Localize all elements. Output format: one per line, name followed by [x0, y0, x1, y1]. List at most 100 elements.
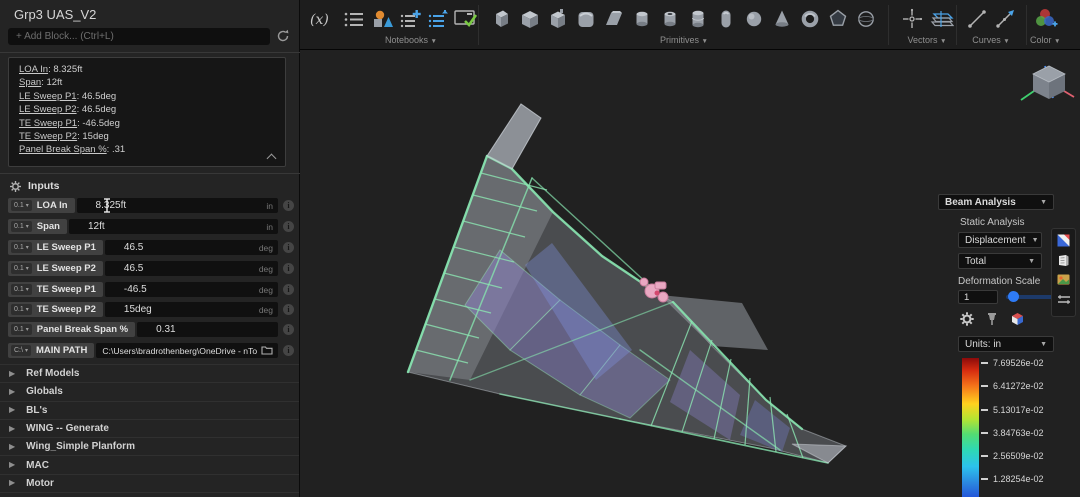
scalar-type-badge: 0.1▾	[11, 284, 32, 295]
info-icon[interactable]: i	[283, 221, 294, 232]
add-block-placeholder: + Add Block... (Ctrl+L)	[16, 31, 114, 42]
chevron-down-icon: ▼	[702, 38, 708, 45]
list-add-icon[interactable]	[396, 5, 424, 33]
value-field[interactable]: 46.5deg	[105, 261, 278, 276]
add-block-input[interactable]: + Add Block... (Ctrl+L)	[8, 28, 270, 45]
pin-icon[interactable]	[986, 312, 998, 331]
value-field[interactable]: 15degdeg	[105, 302, 278, 317]
scalar-type-badge: 0.1▾	[11, 263, 32, 274]
viewport-3d[interactable]: Beam Analysis ▼ Static Analysis Displace…	[300, 50, 1080, 497]
info-icon[interactable]: i	[283, 304, 294, 315]
block-chip[interactable]: 0.1▾LE Sweep P2	[8, 261, 103, 276]
primitive-torus-icon[interactable]	[796, 5, 824, 33]
block-chip[interactable]: 0.1▾Span	[8, 219, 67, 234]
value-field[interactable]: -46.5deg	[105, 282, 278, 297]
info-icon[interactable]: i	[283, 324, 294, 335]
inputs-section-header[interactable]: Inputs	[10, 180, 60, 192]
block-chip[interactable]: 0.1▾TE Sweep P1	[8, 282, 103, 297]
primitive-circle-icon[interactable]	[852, 5, 880, 33]
note-line: LOA In: 8.325ft	[19, 63, 285, 76]
primitive-capsule-icon[interactable]	[712, 5, 740, 33]
color-group-label[interactable]: Color ▼	[1030, 35, 1060, 45]
ntop-app: Grp3 UAS_V2 + Add Block... (Ctrl+L) LOA …	[0, 0, 1080, 497]
primitive-box-icon[interactable]	[488, 5, 516, 33]
component-dropdown[interactable]: Total ▼	[958, 253, 1042, 269]
chevron-right-icon: ▶	[9, 425, 15, 433]
primitive-capped-cylinder-icon[interactable]	[684, 5, 712, 33]
shapes-icon[interactable]	[368, 5, 396, 33]
color-group: Color ▼	[1030, 5, 1060, 45]
deformation-slider-handle[interactable]	[1008, 291, 1019, 302]
value-field[interactable]: 12ftin	[69, 219, 278, 234]
folder-icon[interactable]	[261, 342, 273, 360]
curve-line-icon[interactable]	[963, 5, 991, 33]
section-globals[interactable]: ▶Globals	[0, 382, 299, 400]
pages-icon[interactable]	[1057, 254, 1070, 272]
divider	[0, 52, 300, 53]
value-field[interactable]: 0.31	[137, 322, 278, 337]
primitive-cone-icon[interactable]	[768, 5, 796, 33]
chevron-down-icon: ▼	[940, 38, 946, 45]
refresh-icon[interactable]	[275, 28, 291, 44]
primitive-sphere-icon[interactable]	[740, 5, 768, 33]
value-field[interactable]: 46.5deg	[105, 240, 278, 255]
primitive-tube-icon[interactable]	[656, 5, 684, 33]
display-options-toolbar	[1051, 228, 1076, 317]
section-ref-models[interactable]: ▶Ref Models	[0, 364, 299, 382]
section-wing-simple-planform[interactable]: ▶Wing_Simple Planform	[0, 437, 299, 455]
units-dropdown[interactable]: Units: in ▼	[958, 336, 1054, 352]
curve-arrow-icon[interactable]	[991, 5, 1019, 33]
tick-dash	[981, 455, 988, 457]
section-motor[interactable]: ▶Motor	[0, 474, 299, 492]
primitive-cube-icon[interactable]	[516, 5, 544, 33]
vector-planes-icon[interactable]	[926, 5, 956, 33]
curves-group-label[interactable]: Curves ▼	[963, 35, 1019, 45]
note-line: TE Sweep P2: 15deg	[19, 130, 285, 143]
block-chip[interactable]: 0.1▾LOA In	[8, 198, 75, 213]
view-cube[interactable]	[1018, 58, 1076, 113]
list-icon[interactable]	[340, 5, 368, 33]
result-type-dropdown[interactable]: Displacement ▼	[958, 232, 1042, 248]
vectors-group-label[interactable]: Vectors ▼	[898, 35, 956, 45]
primitive-pentagon-icon[interactable]	[824, 5, 852, 33]
beam-analysis-dropdown[interactable]: Beam Analysis ▼	[938, 194, 1054, 210]
primitives-group-label[interactable]: Primitives ▼	[488, 35, 880, 45]
section-bls[interactable]: ▶BL's	[0, 401, 299, 419]
info-icon[interactable]: i	[283, 263, 294, 274]
function-icon[interactable]: (x)	[310, 12, 329, 28]
block-chip[interactable]: 0.1▾LE Sweep P1	[8, 240, 103, 255]
legend-image-icon[interactable]	[1057, 273, 1070, 291]
tick-dash	[981, 409, 988, 411]
notebooks-group-label[interactable]: Notebooks ▼	[340, 35, 482, 45]
deformation-scale-label: Deformation Scale	[958, 276, 1040, 287]
deformation-scale-input[interactable]: 1	[958, 290, 998, 304]
primitive-tabbed-box-icon[interactable]	[544, 5, 572, 33]
section-wing-generate[interactable]: ▶WING -- Generate	[0, 419, 299, 437]
primitive-wedge-icon[interactable]	[600, 5, 628, 33]
block-chip[interactable]: 0.1▾Panel Break Span %	[8, 322, 135, 337]
collapse-chevron-icon[interactable]	[268, 153, 276, 161]
color-icon[interactable]	[1030, 5, 1060, 33]
block-chip[interactable]: 0.1▾TE Sweep P2	[8, 302, 103, 317]
notes-box[interactable]: LOA In: 8.325ft Span: 12ft LE Sweep P1: …	[8, 57, 286, 167]
info-icon[interactable]: i	[283, 284, 294, 295]
left-panel: Grp3 UAS_V2 + Add Block... (Ctrl+L) LOA …	[0, 0, 300, 497]
info-icon[interactable]: i	[283, 200, 294, 211]
legend-tick: 7.69526e-02	[981, 358, 1044, 368]
note-line: LE Sweep P2: 46.5deg	[19, 103, 285, 116]
scalar-type-badge: 0.1▾	[11, 200, 32, 211]
primitive-cylinder-icon[interactable]	[628, 5, 656, 33]
section-mac[interactable]: ▶MAC	[0, 455, 299, 473]
appearance-icon[interactable]	[1057, 234, 1070, 252]
primitive-rounded-box-icon[interactable]	[572, 5, 600, 33]
block-chip[interactable]: C:\▾MAIN PATH	[8, 343, 94, 358]
part-cube-icon[interactable]	[1010, 311, 1025, 331]
info-icon[interactable]: i	[283, 345, 294, 356]
section-lines-icon[interactable]	[1057, 293, 1071, 311]
list-import-icon[interactable]	[424, 5, 452, 33]
info-icon[interactable]: i	[283, 242, 294, 253]
gear-icon[interactable]	[960, 312, 974, 331]
value-field[interactable]: C:\Users\bradrothenberg\OneDrive - nTop\…	[96, 343, 278, 358]
chevron-down-icon: ▼	[1040, 199, 1047, 206]
vector-point-icon[interactable]	[898, 5, 926, 33]
